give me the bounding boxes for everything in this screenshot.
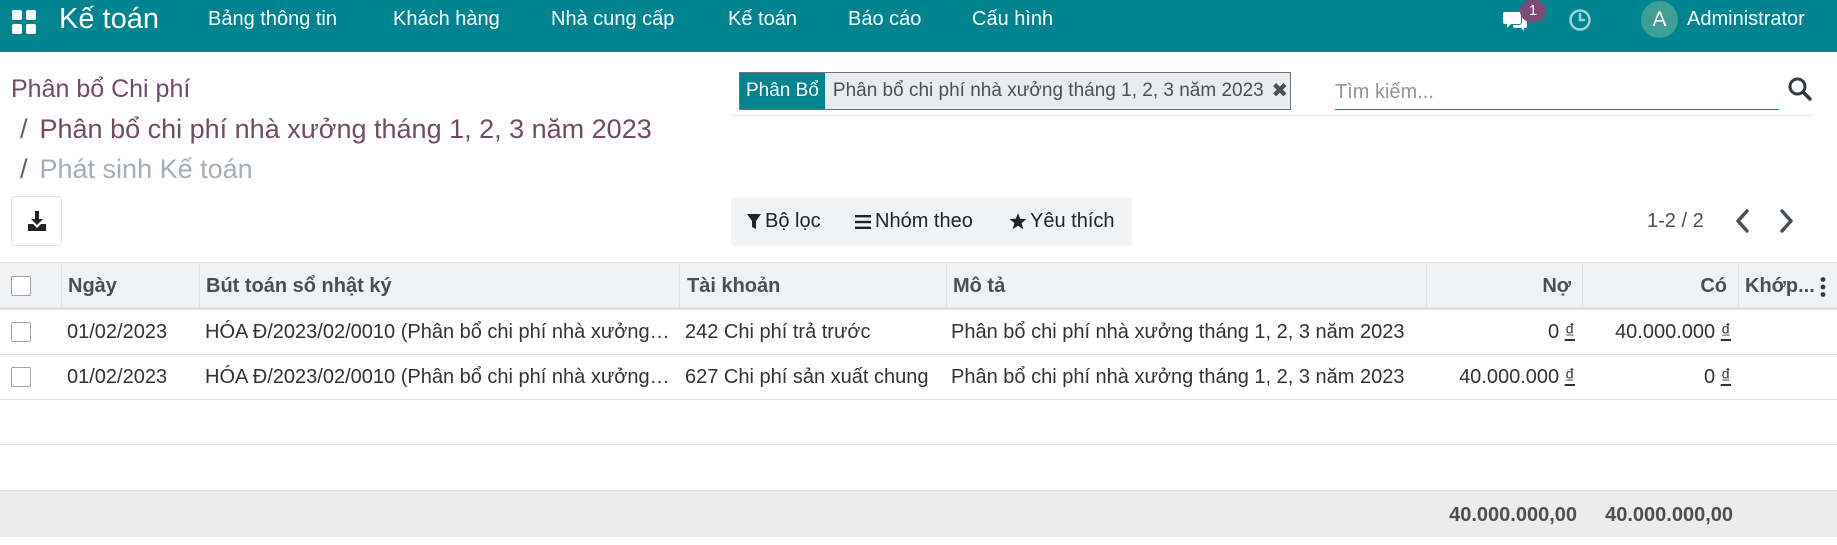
column-header-label[interactable]: Mô tả [947,263,1427,308]
facet-label: Phân Bổ [740,73,825,109]
search-options-bar: Bộ lọc Nhóm theo Yêu thích [731,197,1132,246]
activity-clock-icon[interactable] [1568,8,1592,32]
debit-value: 40.000.000 [1459,366,1560,388]
cell-label: Phân bổ chi phí nhà xưởng tháng 1, 2, 3 … [951,321,1405,343]
credit-value: 0 [1704,366,1716,388]
cell-journal-entry[interactable]: HÓA Đ/2023/02/0010 (Phân bổ chi phí nhà … [205,310,670,354]
filters-button[interactable]: Bộ lọc [765,209,821,234]
pager-value[interactable]: 1-2 / 2 [1647,209,1704,233]
cell-label: Phân bổ chi phí nhà xưởng tháng 1, 2, 3 … [951,366,1405,388]
menu-item-vendors[interactable]: Nhà cung cấp [551,7,674,31]
breadcrumb-item-current: / Phát sinh Kế toán [20,153,253,185]
table-row[interactable]: 01/02/2023 HÓA Đ/2023/02/0010 (Phân bổ c… [0,355,1837,400]
cell-debit: 40.000.000 ₫ [1427,355,1575,399]
menu-item-accounting[interactable]: Kế toán [728,7,797,31]
avatar[interactable]: A [1641,1,1678,38]
cell-credit: 40.000.000 ₫ [1583,310,1731,354]
debit-value: 0 [1548,321,1560,343]
currency-symbol: ₫ [1720,366,1731,388]
table-footer-totals: 40.000.000,00 40.000.000,00 [0,490,1837,537]
table-row[interactable]: 01/02/2023 HÓA Đ/2023/02/0010 (Phân bổ c… [0,310,1837,355]
search-icon[interactable] [1787,76,1813,102]
credit-value: 40.000.000 [1615,321,1716,343]
search-input[interactable] [1335,76,1779,110]
top-navbar: Kế toán Bảng thông tin Khách hàng Nhà cu… [0,0,1837,52]
breadcrumb-label: Phát sinh Kế toán [39,154,253,184]
group-by-icon [855,215,871,229]
star-icon [1009,213,1027,230]
chevron-left-icon[interactable] [1733,207,1753,235]
column-header-debit[interactable]: Nợ [1427,263,1583,308]
apps-menu-icon[interactable] [12,10,36,34]
favorites-button[interactable]: Yêu thích [1030,209,1115,234]
header-select-cell [0,263,62,308]
column-header-credit[interactable]: Có [1583,263,1739,308]
row-checkbox[interactable] [11,367,31,387]
download-icon [28,211,46,231]
cell-account: 242 Chi phí trả trước [685,321,871,343]
menu-item-configuration[interactable]: Cấu hình [972,7,1053,31]
app-name[interactable]: Kế toán [59,1,159,37]
cell-credit: 0 ₫ [1583,355,1731,399]
currency-symbol: ₫ [1564,366,1575,388]
column-header-date[interactable]: Ngày [62,263,200,308]
select-all-checkbox[interactable] [11,276,31,296]
breadcrumb-label[interactable]: Phân bổ chi phí nhà xưởng tháng 1, 2, 3 … [40,114,652,144]
cell-debit: 0 ₫ [1427,310,1575,354]
cell-journal-entry[interactable]: HÓA Đ/2023/02/0010 (Phân bổ chi phí nhà … [205,355,670,399]
cell-date: 01/02/2023 [67,366,168,388]
facet-value: Phân bổ chi phí nhà xưởng tháng 1, 2, 3 … [832,80,1264,101]
column-header-account[interactable]: Tài khoản [680,263,947,308]
row-checkbox[interactable] [11,322,31,342]
menu-item-dashboard[interactable]: Bảng thông tin [208,7,337,31]
breadcrumb-separator: / [20,154,28,184]
chat-badge: 1 [1520,0,1546,22]
optional-columns-icon[interactable] [1819,276,1827,298]
cell-date: 01/02/2023 [67,321,168,343]
search-bar: Phân Bổ Phân bổ chi phí nhà xưởng tháng … [731,66,1813,116]
breadcrumb-separator: / [20,114,28,144]
column-header-matching[interactable]: Khớp... [1739,263,1816,308]
group-by-button[interactable]: Nhóm theo [875,209,973,234]
cell-account: 627 Chi phí sản xuất chung [685,366,929,388]
export-button[interactable] [11,196,62,246]
total-debit: 40.000.000,00 [1449,504,1577,526]
breadcrumb-item-allocation[interactable]: Phân bổ Chi phí [11,74,190,104]
breadcrumb-item-allocation-record[interactable]: / Phân bổ chi phí nhà xưởng tháng 1, 2, 3… [20,113,652,145]
table-header: Ngày Bút toán sổ nhật ký Tài khoản Mô tả… [0,262,1837,310]
chevron-right-icon[interactable] [1776,207,1796,235]
empty-row [0,400,1837,445]
filter-icon [747,214,761,229]
search-facet[interactable]: Phân Bổ Phân bổ chi phí nhà xưởng tháng … [739,72,1291,110]
user-name[interactable]: Administrator [1687,7,1805,31]
currency-symbol: ₫ [1564,321,1575,343]
menu-item-reporting[interactable]: Báo cáo [848,7,921,31]
currency-symbol: ₫ [1720,321,1731,343]
empty-row [0,445,1837,490]
facet-remove-icon[interactable]: ✖ [1270,73,1290,109]
total-credit: 40.000.000,00 [1605,504,1733,526]
menu-item-customers[interactable]: Khách hàng [393,7,500,31]
column-header-journal-entry[interactable]: Bút toán sổ nhật ký [200,263,680,308]
